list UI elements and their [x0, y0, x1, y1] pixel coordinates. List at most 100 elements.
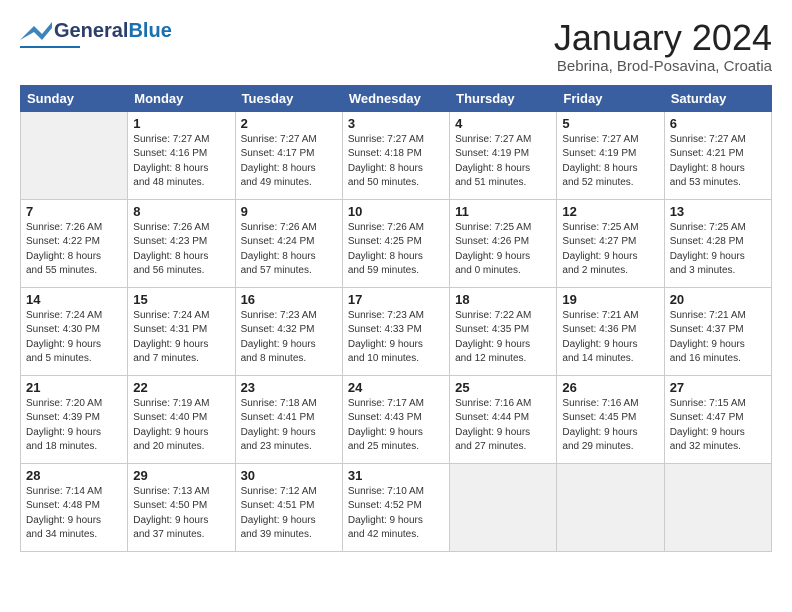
day-cell: 29 Sunrise: 7:13 AM Sunset: 4:50 PM Dayli… — [128, 463, 235, 551]
day-info: Sunrise: 7:26 AM Sunset: 4:22 PM Dayligh… — [26, 221, 122, 279]
weekday-sunday: Sunday — [21, 85, 128, 111]
week-row-3: 21 Sunrise: 7:20 AM Sunset: 4:39 PM Dayli… — [21, 375, 772, 463]
logo-text: GeneralBlue — [20, 18, 172, 44]
week-row-2: 14 Sunrise: 7:24 AM Sunset: 4:30 PM Dayli… — [21, 287, 772, 375]
week-row-1: 7 Sunrise: 7:26 AM Sunset: 4:22 PM Daylig… — [21, 199, 772, 287]
day-info: Sunrise: 7:21 AM Sunset: 4:36 PM Dayligh… — [562, 309, 658, 367]
day-number: 23 — [241, 380, 337, 395]
day-number: 2 — [241, 116, 337, 131]
day-cell — [664, 463, 771, 551]
day-number: 13 — [670, 204, 766, 219]
logo-name-general: General — [54, 21, 128, 41]
weekday-header-row: SundayMondayTuesdayWednesdayThursdayFrid… — [21, 85, 772, 111]
day-info: Sunrise: 7:20 AM Sunset: 4:39 PM Dayligh… — [26, 397, 122, 455]
day-cell: 8 Sunrise: 7:26 AM Sunset: 4:23 PM Daylig… — [128, 199, 235, 287]
day-cell: 1Sunrise: 7:27 AM Sunset: 4:16 PM Daylig… — [128, 111, 235, 199]
header: GeneralBlue January 2024 Bebrina, Brod-P… — [20, 18, 772, 75]
day-info: Sunrise: 7:22 AM Sunset: 4:35 PM Dayligh… — [455, 309, 551, 367]
day-number: 21 — [26, 380, 122, 395]
day-info: Sunrise: 7:23 AM Sunset: 4:33 PM Dayligh… — [348, 309, 444, 367]
day-number: 31 — [348, 468, 444, 483]
day-info: Sunrise: 7:16 AM Sunset: 4:44 PM Dayligh… — [455, 397, 551, 455]
day-number: 30 — [241, 468, 337, 483]
day-cell — [21, 111, 128, 199]
day-number: 28 — [26, 468, 122, 483]
day-cell: 23 Sunrise: 7:18 AM Sunset: 4:41 PM Dayli… — [235, 375, 342, 463]
day-cell: 5 Sunrise: 7:27 AM Sunset: 4:19 PM Daylig… — [557, 111, 664, 199]
day-cell: 17 Sunrise: 7:23 AM Sunset: 4:33 PM Dayli… — [342, 287, 449, 375]
day-info: Sunrise: 7:27 AM Sunset: 4:17 PM Dayligh… — [241, 133, 337, 191]
day-number: 16 — [241, 292, 337, 307]
day-cell: 18 Sunrise: 7:22 AM Sunset: 4:35 PM Dayli… — [450, 287, 557, 375]
day-cell: 22Sunrise: 7:19 AM Sunset: 4:40 PM Dayli… — [128, 375, 235, 463]
logo-icon — [20, 18, 52, 44]
day-number: 12 — [562, 204, 658, 219]
day-number: 25 — [455, 380, 551, 395]
day-number: 8 — [133, 204, 229, 219]
logo: GeneralBlue — [20, 18, 172, 48]
day-cell: 9Sunrise: 7:26 AM Sunset: 4:24 PM Daylig… — [235, 199, 342, 287]
day-number: 22 — [133, 380, 229, 395]
month-title: January 2024 — [554, 18, 772, 58]
day-number: 9 — [241, 204, 337, 219]
logo-name-blue: Blue — [128, 21, 171, 41]
day-info: Sunrise: 7:21 AM Sunset: 4:37 PM Dayligh… — [670, 309, 766, 367]
day-info: Sunrise: 7:24 AM Sunset: 4:30 PM Dayligh… — [26, 309, 122, 367]
day-info: Sunrise: 7:27 AM Sunset: 4:19 PM Dayligh… — [455, 133, 551, 191]
week-row-0: 1Sunrise: 7:27 AM Sunset: 4:16 PM Daylig… — [21, 111, 772, 199]
day-number: 18 — [455, 292, 551, 307]
day-info: Sunrise: 7:15 AM Sunset: 4:47 PM Dayligh… — [670, 397, 766, 455]
day-cell: 3Sunrise: 7:27 AM Sunset: 4:18 PM Daylig… — [342, 111, 449, 199]
day-number: 27 — [670, 380, 766, 395]
day-number: 4 — [455, 116, 551, 131]
day-cell: 25 Sunrise: 7:16 AM Sunset: 4:44 PM Dayli… — [450, 375, 557, 463]
subtitle: Bebrina, Brod-Posavina, Croatia — [554, 58, 772, 75]
weekday-friday: Friday — [557, 85, 664, 111]
day-cell: 15Sunrise: 7:24 AM Sunset: 4:31 PM Dayli… — [128, 287, 235, 375]
day-number: 17 — [348, 292, 444, 307]
day-info: Sunrise: 7:14 AM Sunset: 4:48 PM Dayligh… — [26, 485, 122, 543]
day-cell: 11 Sunrise: 7:25 AM Sunset: 4:26 PM Dayli… — [450, 199, 557, 287]
day-cell: 26Sunrise: 7:16 AM Sunset: 4:45 PM Dayli… — [557, 375, 664, 463]
day-info: Sunrise: 7:17 AM Sunset: 4:43 PM Dayligh… — [348, 397, 444, 455]
day-number: 6 — [670, 116, 766, 131]
day-number: 26 — [562, 380, 658, 395]
day-number: 24 — [348, 380, 444, 395]
day-info: Sunrise: 7:27 AM Sunset: 4:19 PM Dayligh… — [562, 133, 658, 191]
day-number: 20 — [670, 292, 766, 307]
page: GeneralBlue January 2024 Bebrina, Brod-P… — [0, 0, 792, 612]
day-cell: 14 Sunrise: 7:24 AM Sunset: 4:30 PM Dayli… — [21, 287, 128, 375]
day-cell: 7 Sunrise: 7:26 AM Sunset: 4:22 PM Daylig… — [21, 199, 128, 287]
day-number: 11 — [455, 204, 551, 219]
day-info: Sunrise: 7:26 AM Sunset: 4:23 PM Dayligh… — [133, 221, 229, 279]
day-cell — [450, 463, 557, 551]
day-info: Sunrise: 7:25 AM Sunset: 4:27 PM Dayligh… — [562, 221, 658, 279]
day-number: 1 — [133, 116, 229, 131]
day-info: Sunrise: 7:26 AM Sunset: 4:25 PM Dayligh… — [348, 221, 444, 279]
day-number: 7 — [26, 204, 122, 219]
day-number: 5 — [562, 116, 658, 131]
day-cell — [557, 463, 664, 551]
day-info: Sunrise: 7:13 AM Sunset: 4:50 PM Dayligh… — [133, 485, 229, 543]
day-number: 29 — [133, 468, 229, 483]
title-block: January 2024 Bebrina, Brod-Posavina, Cro… — [554, 18, 772, 75]
day-cell: 13 Sunrise: 7:25 AM Sunset: 4:28 PM Dayli… — [664, 199, 771, 287]
week-row-4: 28 Sunrise: 7:14 AM Sunset: 4:48 PM Dayli… — [21, 463, 772, 551]
weekday-tuesday: Tuesday — [235, 85, 342, 111]
weekday-saturday: Saturday — [664, 85, 771, 111]
weekday-thursday: Thursday — [450, 85, 557, 111]
day-cell: 19Sunrise: 7:21 AM Sunset: 4:36 PM Dayli… — [557, 287, 664, 375]
day-cell: 30 Sunrise: 7:12 AM Sunset: 4:51 PM Dayli… — [235, 463, 342, 551]
day-info: Sunrise: 7:18 AM Sunset: 4:41 PM Dayligh… — [241, 397, 337, 455]
day-number: 14 — [26, 292, 122, 307]
day-cell: 4 Sunrise: 7:27 AM Sunset: 4:19 PM Daylig… — [450, 111, 557, 199]
day-cell: 16Sunrise: 7:23 AM Sunset: 4:32 PM Dayli… — [235, 287, 342, 375]
day-cell: 20 Sunrise: 7:21 AM Sunset: 4:37 PM Dayli… — [664, 287, 771, 375]
day-cell: 24 Sunrise: 7:17 AM Sunset: 4:43 PM Dayli… — [342, 375, 449, 463]
day-cell: 6Sunrise: 7:27 AM Sunset: 4:21 PM Daylig… — [664, 111, 771, 199]
day-number: 10 — [348, 204, 444, 219]
day-number: 3 — [348, 116, 444, 131]
day-info: Sunrise: 7:25 AM Sunset: 4:26 PM Dayligh… — [455, 221, 551, 279]
day-info: Sunrise: 7:25 AM Sunset: 4:28 PM Dayligh… — [670, 221, 766, 279]
day-info: Sunrise: 7:12 AM Sunset: 4:51 PM Dayligh… — [241, 485, 337, 543]
